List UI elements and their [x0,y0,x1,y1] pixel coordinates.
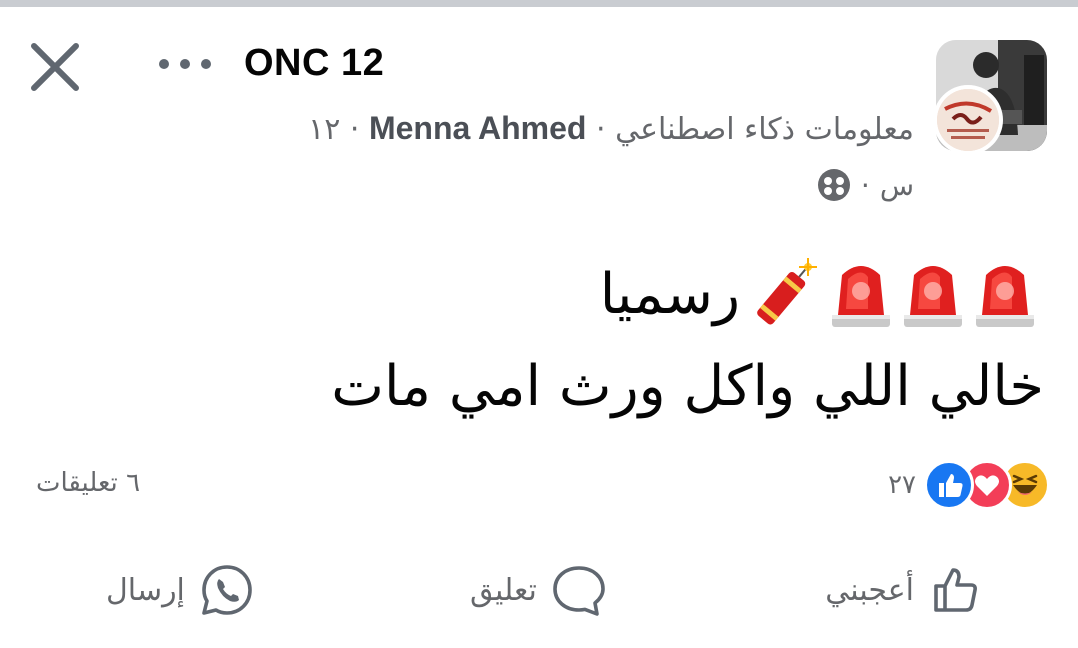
like-label: أعجبني [825,572,914,608]
firecracker-icon [757,258,817,325]
whatsapp-icon [202,565,252,615]
friends-group-icon [817,169,850,201]
author-avatar[interactable] [933,85,1003,155]
send-whatsapp-button[interactable]: إرسال [106,560,255,620]
author-suffix: ١٢ [308,112,341,147]
post-text-1: رسميا [599,261,740,327]
separator: · [860,168,870,202]
comments-count[interactable]: ٦ تعليقات [36,468,140,498]
post-time-line: س · [817,168,914,202]
more-dots-icon [159,59,211,69]
separator: · [349,112,360,147]
like-button[interactable]: أعجبني [825,560,984,620]
author-name-link[interactable]: Menna Ahmed [369,110,587,146]
post-text-line-1: رسميا [600,258,1038,330]
separator: · [596,112,606,147]
comment-label: تعليق [470,572,537,608]
post-meta-line: معلومات ذكاء اصطناعي · Menna Ahmed · ١٢ [308,110,914,147]
comment-bubble-icon [553,566,605,616]
post-time[interactable]: س [880,169,914,202]
reactions-summary[interactable]: ٢٧ [888,460,1050,510]
reaction-count: ٢٧ [888,470,916,500]
close-icon [31,43,79,91]
comment-button[interactable]: تعليق [470,560,607,620]
more-options-button[interactable] [156,52,214,76]
group-name-link[interactable]: معلومات ذكاء اصطناعي [615,112,914,147]
police-light-icon [832,266,890,327]
like-icon [924,460,974,510]
page-title[interactable]: ONC 12 [244,42,384,85]
post-text-line-2: خالي اللي واكل ورث امي مات [331,354,1044,419]
top-divider [0,0,1078,7]
like-outline-icon [934,568,977,612]
police-light-icon [976,266,1034,327]
author-avatar-image [937,89,999,151]
close-button[interactable] [28,40,82,94]
send-label: إرسال [106,572,185,608]
police-light-icon [904,266,962,327]
